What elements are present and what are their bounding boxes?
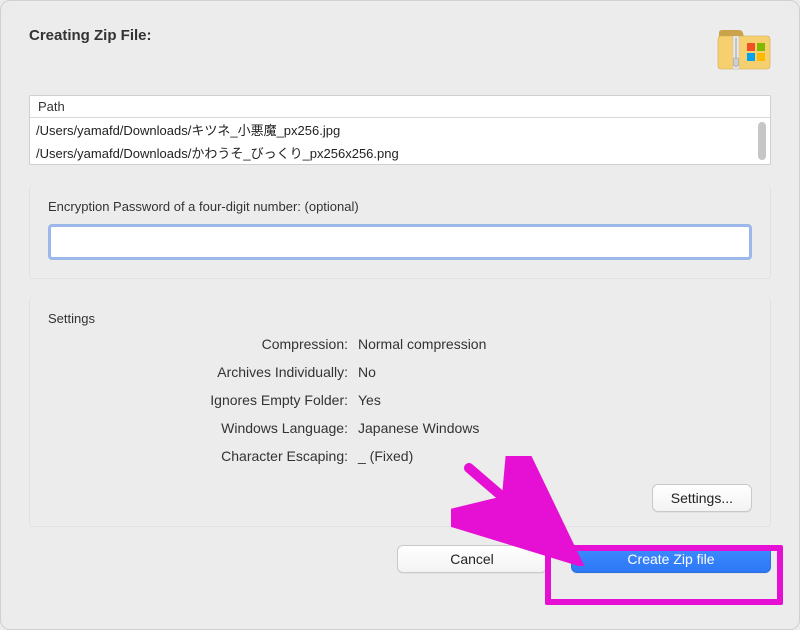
path-row[interactable]: /Users/yamafd/Downloads/かわうそ_びっくり_px256x… [30, 141, 752, 164]
footer-row: Cancel Create Zip file [29, 545, 771, 573]
dialog-window: Creating Zip File: [0, 0, 800, 630]
setting-label-archives-indiv: Archives Individually: [48, 364, 348, 380]
settings-group: Settings Compression: Normal compression… [29, 297, 771, 527]
setting-label-ignores-empty: Ignores Empty Folder: [48, 392, 348, 408]
setting-label-windows-language: Windows Language: [48, 420, 348, 436]
path-row[interactable]: /Users/yamafd/Downloads/キツネ_小悪魔_px256.jp… [30, 118, 752, 141]
password-label: Encryption Password of a four-digit numb… [48, 199, 752, 214]
setting-value-char-escaping: _ (Fixed) [358, 448, 752, 464]
cancel-button[interactable]: Cancel [397, 545, 547, 573]
setting-label-char-escaping: Character Escaping: [48, 448, 348, 464]
path-column-header[interactable]: Path [30, 96, 770, 118]
password-input[interactable] [55, 229, 745, 255]
window-title: Creating Zip File: [29, 27, 152, 44]
setting-value-compression: Normal compression [358, 336, 752, 352]
settings-button[interactable]: Settings... [652, 484, 752, 512]
setting-value-archives-indiv: No [358, 364, 752, 380]
create-zip-button[interactable]: Create Zip file [571, 545, 771, 573]
winzip-folder-icon [717, 27, 771, 71]
settings-grid: Compression: Normal compression Archives… [48, 336, 752, 464]
header-row: Creating Zip File: [29, 27, 771, 71]
scrollbar-thumb[interactable] [758, 122, 766, 160]
settings-legend: Settings [48, 311, 752, 326]
setting-value-windows-language: Japanese Windows [358, 420, 752, 436]
setting-label-compression: Compression: [48, 336, 348, 352]
setting-value-ignores-empty: Yes [358, 392, 752, 408]
password-group: Encryption Password of a four-digit numb… [29, 185, 771, 279]
path-listbox[interactable]: Path /Users/yamafd/Downloads/キツネ_小悪魔_px2… [29, 95, 771, 165]
path-rows: /Users/yamafd/Downloads/キツネ_小悪魔_px256.jp… [30, 118, 770, 164]
settings-button-row: Settings... [48, 484, 752, 512]
password-field-wrap [48, 224, 752, 260]
